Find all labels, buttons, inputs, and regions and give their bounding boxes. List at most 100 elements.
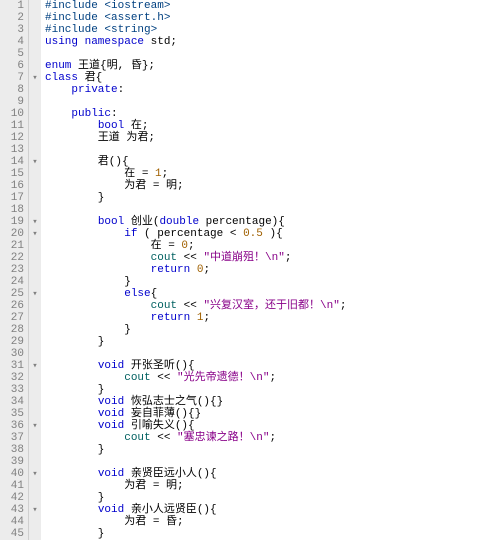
fold-marker [29,0,41,12]
code-line[interactable]: using namespace std; [45,36,503,48]
fold-marker[interactable]: ▾ [29,360,41,372]
code-area[interactable]: #include <iostream>#include <assert.h>#i… [41,0,503,540]
code-line[interactable]: 王道 为君; [45,132,503,144]
code-line[interactable] [45,348,503,360]
fold-marker [29,528,41,540]
fold-marker [29,204,41,216]
code-line[interactable]: } [45,324,503,336]
code-line[interactable] [45,48,503,60]
fold-marker [29,264,41,276]
code-line[interactable]: #include <assert.h> [45,12,503,24]
line-number: 15 [2,168,24,180]
line-number: 45 [2,528,24,540]
code-line[interactable]: if ( percentage < 0.5 ){ [45,228,503,240]
fold-marker [29,396,41,408]
code-line[interactable]: 为君 = 明; [45,180,503,192]
fold-marker[interactable]: ▾ [29,420,41,432]
fold-marker [29,516,41,528]
fold-marker [29,180,41,192]
code-line[interactable]: } [45,276,503,288]
code-line[interactable]: return 0; [45,264,503,276]
code-line[interactable]: 在 = 1; [45,168,503,180]
code-line[interactable]: void 妄自菲薄(){} [45,408,503,420]
line-number: 31 [2,360,24,372]
fold-marker [29,336,41,348]
code-line[interactable]: cout << "塞忠谏之路！\n"; [45,432,503,444]
fold-marker[interactable]: ▾ [29,228,41,240]
code-line[interactable]: #include <iostream> [45,0,503,12]
code-line[interactable]: } [45,528,503,540]
code-line[interactable]: } [45,336,503,348]
code-line[interactable]: void 开张圣听(){ [45,360,503,372]
fold-marker [29,300,41,312]
code-line[interactable] [45,96,503,108]
fold-marker [29,24,41,36]
code-line[interactable]: 君(){ [45,156,503,168]
fold-marker [29,408,41,420]
code-line[interactable] [45,144,503,156]
code-line[interactable]: cout << "中道崩殂！\n"; [45,252,503,264]
fold-marker [29,432,41,444]
line-number: 3 [2,24,24,36]
line-number: 27 [2,312,24,324]
code-line[interactable]: else{ [45,288,503,300]
line-number: 33 [2,384,24,396]
code-line[interactable]: cout << "兴复汉室，还于旧都！\n"; [45,300,503,312]
fold-marker[interactable]: ▾ [29,156,41,168]
fold-marker [29,480,41,492]
fold-marker[interactable]: ▾ [29,504,41,516]
line-number: 20 [2,228,24,240]
code-line[interactable]: bool 在; [45,120,503,132]
line-number: 43 [2,504,24,516]
fold-marker [29,192,41,204]
line-number: 14 [2,156,24,168]
fold-marker[interactable]: ▾ [29,72,41,84]
code-line[interactable]: public: [45,108,503,120]
fold-marker [29,492,41,504]
fold-marker [29,312,41,324]
fold-marker [29,144,41,156]
fold-marker [29,84,41,96]
line-number: 5 [2,48,24,60]
fold-marker [29,384,41,396]
line-number: 24 [2,276,24,288]
code-line[interactable]: 为君 = 明; [45,480,503,492]
fold-marker[interactable]: ▾ [29,468,41,480]
code-line[interactable]: 在 = 0; [45,240,503,252]
code-line[interactable]: } [45,492,503,504]
line-number: 17 [2,192,24,204]
code-line[interactable]: void 引喻失义(){ [45,420,503,432]
line-number: 38 [2,444,24,456]
code-line[interactable]: cout << "光先帝遗德！\n"; [45,372,503,384]
code-line[interactable]: } [45,444,503,456]
fold-marker [29,48,41,60]
code-line[interactable]: return 1; [45,312,503,324]
fold-marker [29,276,41,288]
line-number: 28 [2,324,24,336]
fold-marker [29,240,41,252]
code-line[interactable]: bool 创业(double percentage){ [45,216,503,228]
line-number: 22 [2,252,24,264]
code-line[interactable]: 为君 = 昏; [45,516,503,528]
code-line[interactable]: private: [45,84,503,96]
code-line[interactable]: } [45,384,503,396]
line-number: 6 [2,60,24,72]
line-number-gutter: 1234567891011121314151617181920212223242… [0,0,29,540]
code-line[interactable]: enum 王道{明, 昏}; [45,60,503,72]
code-line[interactable] [45,204,503,216]
line-number: 26 [2,300,24,312]
fold-marker [29,108,41,120]
line-number: 41 [2,480,24,492]
code-line[interactable]: void 恢弘志士之气(){} [45,396,503,408]
code-line[interactable]: #include <string> [45,24,503,36]
code-line[interactable]: class 君{ [45,72,503,84]
fold-marker [29,324,41,336]
code-line[interactable]: void 亲小人远贤臣(){ [45,504,503,516]
line-number: 42 [2,492,24,504]
line-number: 29 [2,336,24,348]
code-line[interactable] [45,456,503,468]
fold-marker[interactable]: ▾ [29,216,41,228]
code-line[interactable]: } [45,192,503,204]
code-line[interactable]: void 亲贤臣远小人(){ [45,468,503,480]
fold-marker[interactable]: ▾ [29,288,41,300]
